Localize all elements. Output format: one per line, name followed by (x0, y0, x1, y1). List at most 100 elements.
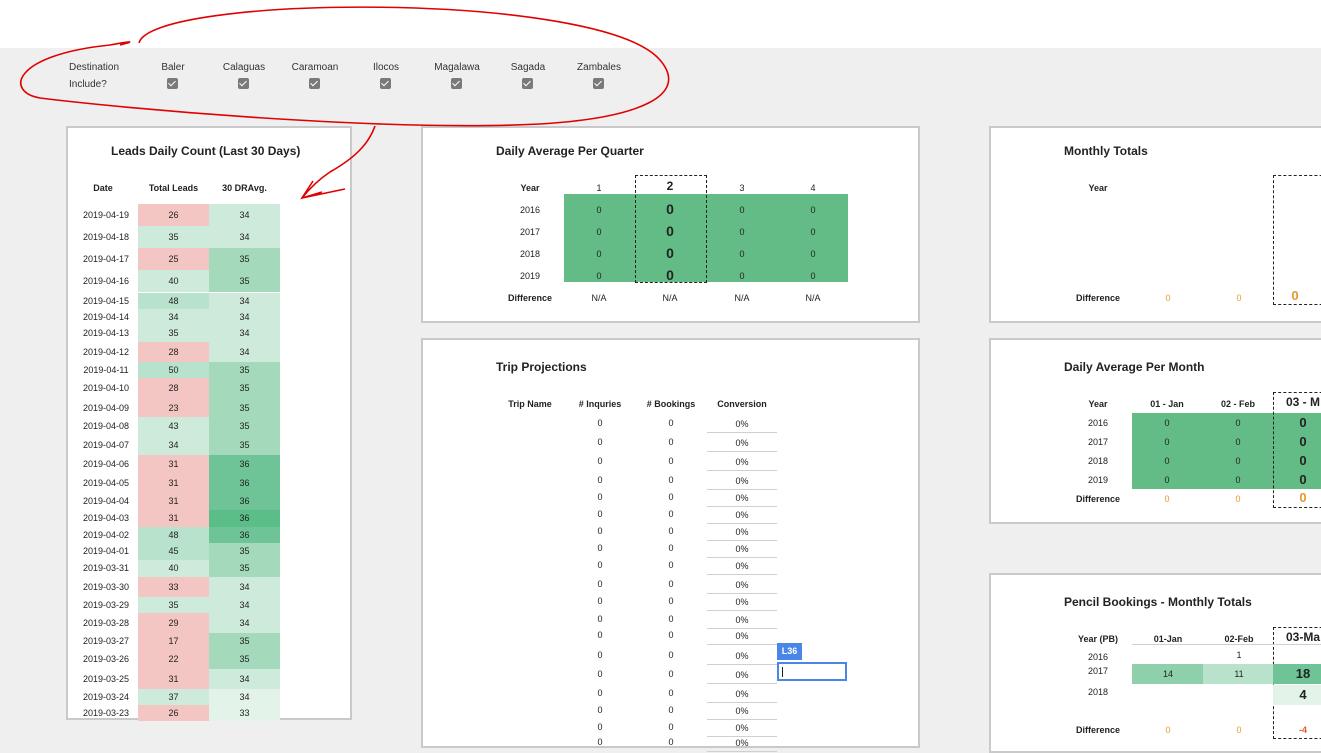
lead-row-date: 2019-04-12 (82, 347, 130, 357)
lead-row-avg: 36 (209, 455, 280, 474)
lead-row-avg: 36 (209, 493, 280, 510)
trip-inquiries-cell: 0 (597, 688, 603, 698)
lead-row-date: 2019-03-31 (82, 563, 130, 573)
daily-month-header-1: 02 - Feb (1220, 399, 1255, 409)
lead-row-date: 2019-04-08 (82, 421, 130, 431)
lead-row-total: 40 (138, 560, 209, 577)
daily-month-value-cell: 0 (1299, 472, 1307, 487)
pencil-value-cell: 18 (1273, 664, 1321, 684)
include-checkbox-5[interactable] (522, 78, 533, 89)
lead-row-date: 2019-04-05 (82, 478, 130, 488)
monthly-totals-title: Monthly Totals (1064, 144, 1148, 158)
lead-row-date: 2019-04-18 (82, 232, 130, 242)
trip-bookings-cell: 0 (668, 475, 674, 485)
trip-conversion-cell: 0% (707, 666, 777, 684)
trip-inquiries-cell: 0 (597, 669, 603, 679)
pencil-header-0: 01-Jan (1132, 634, 1204, 645)
pencil-diff-1: 0 (1236, 725, 1242, 735)
lead-row-total: 40 (138, 270, 209, 292)
trip-bookings-cell: 0 (668, 509, 674, 519)
destination-4-label: Magalawa (434, 62, 480, 73)
include-checkbox-3[interactable] (380, 78, 391, 89)
lead-row-total: 31 (138, 474, 209, 493)
lead-row-total: 28 (138, 378, 209, 399)
include-checkbox-0[interactable] (167, 78, 178, 89)
active-cell-editor[interactable] (777, 662, 847, 681)
daily-month-year-2018: 2018 (1087, 456, 1109, 466)
include-checkbox-2[interactable] (309, 78, 320, 89)
trip-conversion-cell: 0% (707, 523, 777, 541)
trip-bookings-cell: 0 (668, 722, 674, 732)
daily-month-value-cell: 0 (1235, 418, 1241, 428)
trip-conversion-cell: 0% (707, 557, 777, 575)
daily-month-value-cell: 0 (1164, 437, 1170, 447)
trip-inquiries-cell: 0 (597, 509, 603, 519)
trip-conversion-cell: 0% (707, 647, 777, 665)
lead-row-date: 2019-04-13 (82, 328, 130, 338)
trip-conversion-cell: 0% (707, 472, 777, 490)
trip-conversion-cell: 0% (707, 415, 777, 433)
quarter-header-3: 3 (739, 183, 745, 193)
trip-conversion-cell: 0% (707, 702, 777, 720)
lead-row-date: 2019-04-19 (82, 210, 130, 220)
trip-bookings-cell: 0 (668, 596, 674, 606)
daily-month-diff-1: 0 (1235, 494, 1241, 504)
daily-month-year-label: Year (1088, 399, 1108, 409)
trip-bookings-cell: 0 (668, 669, 674, 679)
quarter-difference-0: N/A (591, 293, 607, 303)
lead-row-total: 48 (138, 293, 209, 309)
cell-reference-tag: L36 (777, 643, 802, 660)
lead-row-avg: 34 (209, 293, 280, 309)
pencil-bookings-panel: Pencil Bookings - Monthly Totals Year (P… (989, 573, 1321, 753)
include-label: Include? (69, 79, 107, 90)
quarter-year-2018: 2018 (519, 249, 541, 259)
lead-row-avg: 35 (209, 399, 280, 417)
leads-header-date: Date (93, 183, 113, 193)
trip-conversion-cell: 0% (707, 685, 777, 703)
trip-bookings-cell: 0 (668, 492, 674, 502)
include-checkbox-4[interactable] (451, 78, 462, 89)
lead-row-total: 33 (138, 577, 209, 597)
lead-row-date: 2019-03-30 (82, 582, 130, 592)
include-checkbox-1[interactable] (238, 78, 249, 89)
include-checkbox-6[interactable] (593, 78, 604, 89)
trip-inquiries-cell: 0 (597, 418, 603, 428)
pencil-difference-label: Difference (1075, 725, 1120, 735)
lead-row-total: 31 (138, 669, 209, 689)
pencil-value-cell: 14 (1132, 664, 1204, 684)
trip-inquiries-cell: 0 (597, 737, 603, 747)
lead-row-avg: 35 (209, 633, 280, 650)
top-bar (0, 0, 1321, 48)
daily-month-value-cell: 0 (1299, 434, 1307, 449)
lead-row-total: 26 (138, 705, 209, 721)
trip-bookings-cell: 0 (668, 418, 674, 428)
trip-bookings-cell: 0 (668, 456, 674, 466)
quarter-header-4: 4 (810, 183, 816, 193)
quarter-value-cell: 0 (739, 271, 745, 281)
daily-month-value-cell: 0 (1164, 475, 1170, 485)
quarter-year-label: Year (520, 183, 540, 193)
quarter-value-cell: 0 (810, 227, 816, 237)
lead-row-date: 2019-04-15 (82, 296, 130, 306)
lead-row-total: 25 (138, 248, 209, 270)
monthly-totals-difference-label: Difference (1075, 293, 1120, 303)
trip-inquiries-cell: 0 (597, 437, 603, 447)
pencil-diff-2: -4 (1298, 725, 1307, 735)
quarter-year-2019: 2019 (519, 271, 541, 281)
trip-bookings-cell: 0 (668, 650, 674, 660)
lead-row-total: 50 (138, 362, 209, 378)
trip-bookings-cell: 0 (668, 737, 674, 747)
lead-row-avg: 35 (209, 650, 280, 669)
trip-inquiries-cell: 0 (597, 614, 603, 624)
quarter-value-cell: 0 (739, 249, 745, 259)
quarter-value-cell: 0 (596, 227, 602, 237)
daily-month-year-2016: 2016 (1087, 418, 1109, 428)
lead-row-date: 2019-04-07 (82, 440, 130, 450)
trip-conversion-cell: 0% (707, 506, 777, 524)
trip-conversion-cell: 0% (707, 593, 777, 611)
daily-month-value-cell: 0 (1235, 456, 1241, 466)
lead-row-avg: 34 (209, 309, 280, 325)
quarter-header-1: 1 (596, 183, 602, 193)
daily-month-diff-2: 0 (1299, 490, 1307, 505)
lead-row-avg: 35 (209, 436, 280, 455)
